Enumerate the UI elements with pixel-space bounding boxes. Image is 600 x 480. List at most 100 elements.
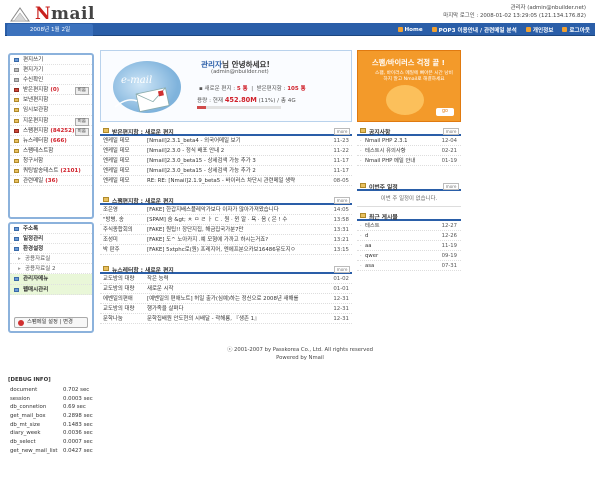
sidebar-tool-item[interactable]: 주소록: [10, 224, 92, 235]
menu-icon: [14, 227, 19, 231]
sidebar-item[interactable]: 지운편지함 비움: [10, 116, 92, 126]
recent-post-row[interactable]: d 12-26: [357, 231, 461, 241]
menu-home[interactable]: Home: [397, 27, 423, 33]
spam-setting-button[interactable]: 스팸메일 설정 | 변경: [14, 317, 88, 328]
list-more-button[interactable]: more: [334, 266, 350, 273]
recent-post-row-title[interactable]: aa: [360, 241, 371, 251]
recent-post-row[interactable]: 테스트 12-27: [357, 221, 461, 231]
sidebar-item[interactable]: 청구서함: [10, 156, 92, 167]
recent-post-row-title[interactable]: 테스트: [360, 221, 380, 231]
mail-subject[interactable]: [예벤일의 편애노트] 허일 출가(심예)하는 정신으로 2008년 새해를: [147, 294, 322, 303]
recent-post-row-title[interactable]: d: [359, 231, 368, 241]
mail-subject[interactable]: [FAKE] 원팁!! 장단지집, 해금집국가분7만: [147, 225, 322, 234]
debug-row: diary_week 0.0036 sec: [8, 429, 108, 438]
mail-subject[interactable]: [FAKE] 도^ 노아카지 .예 모형에 가까고 하시는거죠?: [147, 235, 322, 244]
menu-logout[interactable]: 로그아웃: [562, 26, 590, 34]
sidebar-item[interactable]: 보낸편지함: [10, 95, 92, 106]
recent-header: 최근 게시물: [357, 211, 461, 221]
mail-row[interactable]: 문학나눔 문학집배원 안도현의 시배달 - 곽해룡, 『생존 1』 12-31: [100, 314, 352, 325]
mail-row[interactable]: 에벤일의편애 [예벤일의 편애노트] 허일 출가(심예)하는 정신으로 2008년…: [100, 294, 352, 305]
sidebar-item[interactable]: 편지쓰기: [10, 55, 92, 66]
banner-go-button[interactable]: go: [436, 108, 454, 116]
mail-subject[interactable]: [SPAM] 숨 &gt; ㅊ ㅁ ㄹ ㅏ ㄷ . 원 · 윈 알 · 욕 · …: [147, 215, 322, 224]
menu-pop3[interactable]: POP3 이용안내 / 관련메일 분석: [431, 26, 517, 34]
list-header: 뉴스레터함 : 새로운 편지 more: [100, 264, 352, 274]
notice-row-title[interactable]: 테스트시 유의사항: [360, 146, 406, 156]
sidebar-item-label: 쿼팅발송테스트: [23, 168, 59, 175]
mail-row[interactable]: 주식종합회의 [FAKE] 원팁!! 장단지집, 해금집국가분7만 13:31: [100, 225, 352, 236]
recent-post-row-date: 11-19: [441, 243, 457, 249]
mail-row[interactable]: 엔케일 데모 [Nmail]2.3.1_beta4 - 외국어메일 보기 11-23: [100, 136, 352, 147]
mail-subject[interactable]: 새로운 시작: [147, 284, 322, 293]
mail-row[interactable]: "방병, 송 [SPAM] 숨 &gt; ㅊ ㅁ ㄹ ㅏ ㄷ . 원 · 윈 알 …: [100, 215, 352, 226]
mail-row[interactable]: 박 판주 [FAKE] 5xtphc로(원) 프레지어, 엔에프분으카보16486…: [100, 245, 352, 256]
mail-subject[interactable]: [Nmail]2.3.0_beta15 - 상세검색 가능 추가 3: [147, 156, 322, 165]
mail-row[interactable]: 엔케일 데모 [Nmail]2.3.0 - 정식 배포 안내 2 11-22: [100, 146, 352, 157]
list-more-button[interactable]: more: [334, 128, 350, 135]
mail-subject[interactable]: 문학집배원 안도현의 시배달 - 곽해룡, 『생존 1』: [147, 314, 322, 323]
notice-row[interactable]: Nmail PHP 메일 안내 01-19: [357, 156, 461, 166]
sidebar-item[interactable]: 편지가기: [10, 65, 92, 76]
menu-profile[interactable]: 개인정보: [525, 26, 553, 34]
sidebar-item[interactable]: 임시보관함: [10, 105, 92, 116]
sidebar-item[interactable]: 스팸편지함 (84252) 비움: [10, 126, 92, 136]
sidebar-item[interactable]: 쿼팅발송테스트 (2101): [10, 166, 92, 177]
sidebar-tool-item[interactable]: 웹매시관리: [10, 284, 92, 295]
sidebar-tool-item[interactable]: 관리자메뉴: [10, 274, 92, 285]
new-mail-count[interactable]: 5 통: [237, 86, 248, 92]
empty-folder-button[interactable]: 비움: [74, 87, 89, 96]
notice-row-date: 02-21: [441, 148, 457, 154]
sidebar-item[interactable]: 관련메일 (36): [10, 176, 92, 187]
notice-row[interactable]: Nmail PHP 2.3.1 12-04: [357, 136, 461, 146]
schedule-more-button[interactable]: more: [443, 183, 459, 190]
mail-subject[interactable]: RE: RE: [Nmail]2.1.9_beta5 - 바이러스 차단시 관련…: [147, 176, 322, 185]
sidebar-tool-item[interactable]: 일정관리: [10, 234, 92, 245]
mail-subject[interactable]: 작은 능력: [147, 274, 322, 283]
received-count[interactable]: 105 통: [287, 86, 305, 92]
notice-row-title[interactable]: Nmail PHP 메일 안내: [360, 156, 415, 166]
app-logo[interactable]: Nmail: [35, 4, 95, 24]
mail-sender: 엔케일 데모: [103, 178, 130, 185]
mail-subject[interactable]: 행가족을 살펴다: [147, 304, 322, 313]
spam-new-list: 스팸편지함 : 새로운 편지 more 조은영 [FAKE] 한갑지배스플레악가보다 …: [100, 195, 352, 256]
notice-more-button[interactable]: more: [443, 128, 459, 135]
notice-row[interactable]: 테스트시 유의사항 02-21: [357, 146, 461, 156]
list-title: 뉴스레터함 : 새로운 편지: [112, 268, 174, 274]
mail-row[interactable]: 엔케일 데모 RE: RE: [Nmail]2.1.9_beta5 - 바이러스 …: [100, 176, 352, 187]
notice-box: 공지사항 more Nmail PHP 2.3.1 12-04 테스트시 유의사항 0…: [357, 126, 461, 166]
mail-row[interactable]: 조은영 [FAKE] 한갑지배스플레악가보다 이자가 많아가져왔습니다 14:05: [100, 205, 352, 216]
recent-post-row[interactable]: qwer 09-19: [357, 251, 461, 261]
recent-post-row-title[interactable]: qwer: [360, 251, 378, 261]
mail-subject[interactable]: [Nmail]2.3.0 - 정식 배포 안내 2: [147, 146, 322, 155]
sidebar-tool-item[interactable]: 환경설정: [10, 244, 92, 255]
mail-subject[interactable]: [Nmail]2.3.0_beta15 - 상세검색 가능 추가 2: [147, 166, 322, 175]
mail-sender: 문학나눔: [103, 316, 123, 323]
mail-row[interactable]: 조성미 [FAKE] 도^ 노아카지 .예 모형에 가까고 하시는거죠? 13:21: [100, 235, 352, 246]
sidebar-item[interactable]: 수신확인: [10, 75, 92, 86]
sidebar-item-label: 관련메일: [23, 178, 44, 185]
recent-post-row-date: 12-27: [441, 223, 457, 229]
sidebar-item[interactable]: 스팸테스트함: [10, 146, 92, 156]
mail-subject[interactable]: [FAKE] 한갑지배스플레악가보다 이자가 많아가져왔습니다: [147, 205, 322, 214]
mail-subject[interactable]: [Nmail]2.3.1_beta4 - 외국어메일 보기: [147, 136, 322, 145]
sidebar-item[interactable]: 받은편지함 (0) 비움: [10, 85, 92, 96]
sidebar-item[interactable]: 뉴스레터함 (666): [10, 136, 92, 146]
recent-post-row[interactable]: asa 07-31: [357, 261, 461, 271]
mail-row[interactable]: 엔케일 데모 [Nmail]2.3.0_beta15 - 상세검색 가능 추가 3…: [100, 156, 352, 167]
recent-post-row-title[interactable]: asa: [360, 261, 374, 271]
mail-subject[interactable]: [FAKE] 5xtphc로(원) 프레지어, 엔에프분으카보16486유도지ㅇ: [147, 245, 322, 254]
mail-sender: 주식종합회의: [103, 227, 133, 234]
sidebar-tool-item[interactable]: 공용자료실 2: [10, 264, 92, 275]
notice-row-title[interactable]: Nmail PHP 2.3.1: [360, 136, 407, 146]
mail-row[interactable]: 교도방의 대량 행가족을 살펴다 12-31: [100, 304, 352, 315]
spam-promo-banner[interactable]: 스팸/바이러스 걱정 끝 ! 스팸, 바이러스 메일에 뼈아픈 시간 낭비하지 …: [357, 50, 461, 122]
empty-folder-button[interactable]: 비움: [74, 117, 89, 126]
sidebar-tool-item[interactable]: 공용자료실: [10, 254, 92, 264]
empty-folder-button[interactable]: 비움: [74, 127, 89, 136]
mail-row[interactable]: 교도방의 대량 새로운 시작 01-01: [100, 284, 352, 295]
list-more-button[interactable]: more: [334, 197, 350, 204]
mail-row[interactable]: 교도방의 대량 작은 능력 01-02: [100, 274, 352, 285]
recent-post-row[interactable]: aa 11-19: [357, 241, 461, 251]
mail-row[interactable]: 엔케일 데모 [Nmail]2.3.0_beta15 - 상세검색 가능 추가 2…: [100, 166, 352, 177]
debug-row: document 0.702 sec: [8, 386, 108, 395]
